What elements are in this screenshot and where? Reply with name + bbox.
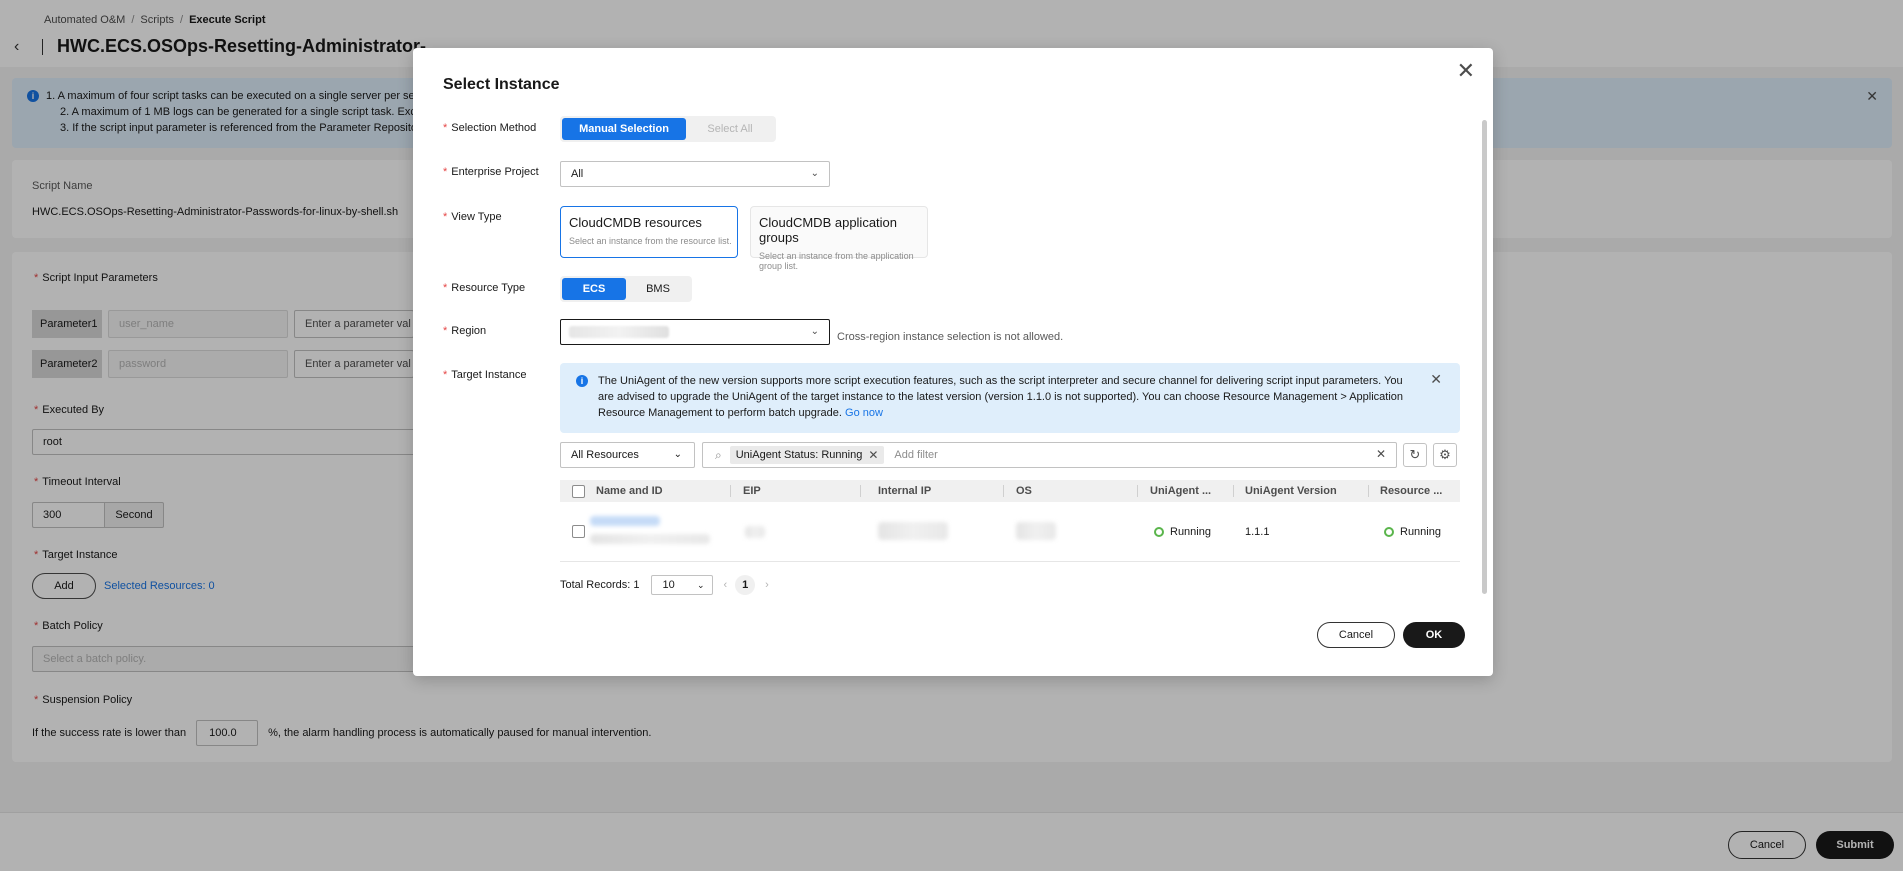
region-label: * Region: [443, 325, 487, 337]
settings-gear-icon[interactable]: ⚙: [1433, 443, 1457, 467]
region-value-redacted: [569, 326, 669, 338]
filter-bar: All Resources ⌄ ⌕ UniAgent Status: Runni…: [560, 442, 1457, 468]
view-type-title: CloudCMDB application groups: [759, 215, 898, 245]
search-icon: ⌕: [715, 447, 722, 462]
eip-redacted: [745, 526, 765, 538]
running-status-icon: [1384, 526, 1394, 537]
resource-type-ecs[interactable]: ECS: [562, 278, 626, 300]
view-type-label: * View Type: [443, 211, 502, 223]
select-instance-dialog: Select Instance ✕ * Selection Method Manu…: [413, 48, 1493, 676]
column-header[interactable]: UniAgent ...: [1150, 480, 1211, 502]
resource-type-toggle: ECS BMS: [560, 276, 692, 302]
row-checkbox[interactable]: [572, 525, 585, 538]
close-icon[interactable]: ✕: [1430, 371, 1442, 388]
view-type-cmdb-app-groups[interactable]: CloudCMDB application groups Select an i…: [750, 206, 928, 271]
filter-chip: UniAgent Status: Running ✕: [729, 446, 885, 464]
column-header[interactable]: Name and ID: [596, 480, 663, 502]
resource-type-bms[interactable]: BMS: [626, 278, 690, 300]
chevron-down-icon: ⌄: [810, 326, 819, 337]
close-icon[interactable]: ✕: [1457, 60, 1475, 82]
select-all-option[interactable]: Select All: [686, 118, 774, 140]
selection-method-label: * Selection Method: [443, 122, 537, 134]
page-number[interactable]: 1: [735, 575, 756, 595]
view-type-desc: Select an instance from the resource lis…: [569, 236, 732, 246]
go-now-link[interactable]: Go now: [845, 407, 883, 419]
resource-status: Running: [1384, 502, 1441, 561]
enterprise-project-value: All: [571, 168, 584, 180]
column-header[interactable]: Resource ...: [1380, 480, 1442, 502]
target-instance-label: * Target Instance: [443, 369, 527, 381]
table-row[interactable]: Running 1.1.1 Running: [560, 502, 1460, 562]
total-records: Total Records: 1: [560, 579, 640, 591]
uniagent-version: 1.1.1: [1245, 525, 1270, 538]
column-header[interactable]: UniAgent Version: [1245, 480, 1337, 502]
add-filter-placeholder: Add filter: [894, 449, 938, 461]
manual-selection-option[interactable]: Manual Selection: [562, 118, 686, 140]
enterprise-project-label: * Enterprise Project: [443, 166, 539, 178]
resource-type-label: * Resource Type: [443, 282, 526, 294]
view-type-title: CloudCMDB resources: [569, 215, 702, 230]
filter-chip-label: UniAgent Status: Running: [735, 449, 863, 461]
uniagent-info-banner: i The UniAgent of the new version suppor…: [560, 363, 1460, 433]
selection-method-toggle: Manual Selection Select All: [560, 116, 776, 142]
table-header: Name and ID EIP Internal IP OS UniAgent …: [560, 480, 1460, 502]
page-size-select[interactable]: 10 ⌄: [651, 575, 714, 595]
remove-chip-icon[interactable]: ✕: [868, 446, 878, 464]
column-header[interactable]: OS: [1016, 480, 1032, 502]
column-header[interactable]: Internal IP: [878, 480, 931, 502]
chevron-down-icon: ⌄: [696, 580, 705, 590]
dialog-scrollbar[interactable]: [1482, 120, 1487, 594]
info-text: The UniAgent of the new version supports…: [598, 375, 1404, 419]
region-select[interactable]: ⌄: [560, 319, 830, 345]
instance-id-redacted: [590, 534, 710, 544]
internal-ip-redacted: [878, 522, 948, 540]
enterprise-project-select[interactable]: All ⌄: [560, 161, 830, 187]
os-redacted: [1016, 522, 1056, 540]
dialog-title: Select Instance: [443, 76, 560, 93]
dialog-cancel-button[interactable]: Cancel: [1317, 622, 1395, 648]
prev-page-icon[interactable]: ‹: [723, 579, 727, 591]
view-type-cmdb-resources[interactable]: CloudCMDB resources Select an instance f…: [560, 206, 738, 258]
pagination: Total Records: 1 10 ⌄ ‹ 1 ›: [560, 575, 769, 595]
next-page-icon[interactable]: ›: [765, 579, 769, 591]
search-filter-input[interactable]: ⌕ UniAgent Status: Running ✕ Add filter ✕: [702, 442, 1397, 468]
select-all-checkbox[interactable]: [572, 484, 585, 498]
uniagent-status: Running: [1154, 502, 1211, 561]
dialog-ok-button[interactable]: OK: [1403, 622, 1465, 648]
refresh-icon[interactable]: ↻: [1403, 443, 1427, 467]
instance-name-redacted: [590, 516, 660, 526]
clear-icon[interactable]: ✕: [1376, 447, 1386, 461]
chevron-down-icon: ⌄: [673, 449, 682, 460]
info-icon: i: [576, 375, 588, 387]
chevron-down-icon: ⌄: [810, 168, 819, 179]
resource-filter-select[interactable]: All Resources ⌄: [560, 442, 695, 468]
view-type-desc: Select an instance from the application …: [759, 251, 914, 271]
running-status-icon: [1154, 526, 1164, 537]
column-header[interactable]: EIP: [743, 480, 761, 502]
resource-filter-value: All Resources: [571, 449, 639, 461]
region-hint: Cross-region instance selection is not a…: [837, 331, 1064, 343]
instance-table: Name and ID EIP Internal IP OS UniAgent …: [560, 480, 1460, 562]
